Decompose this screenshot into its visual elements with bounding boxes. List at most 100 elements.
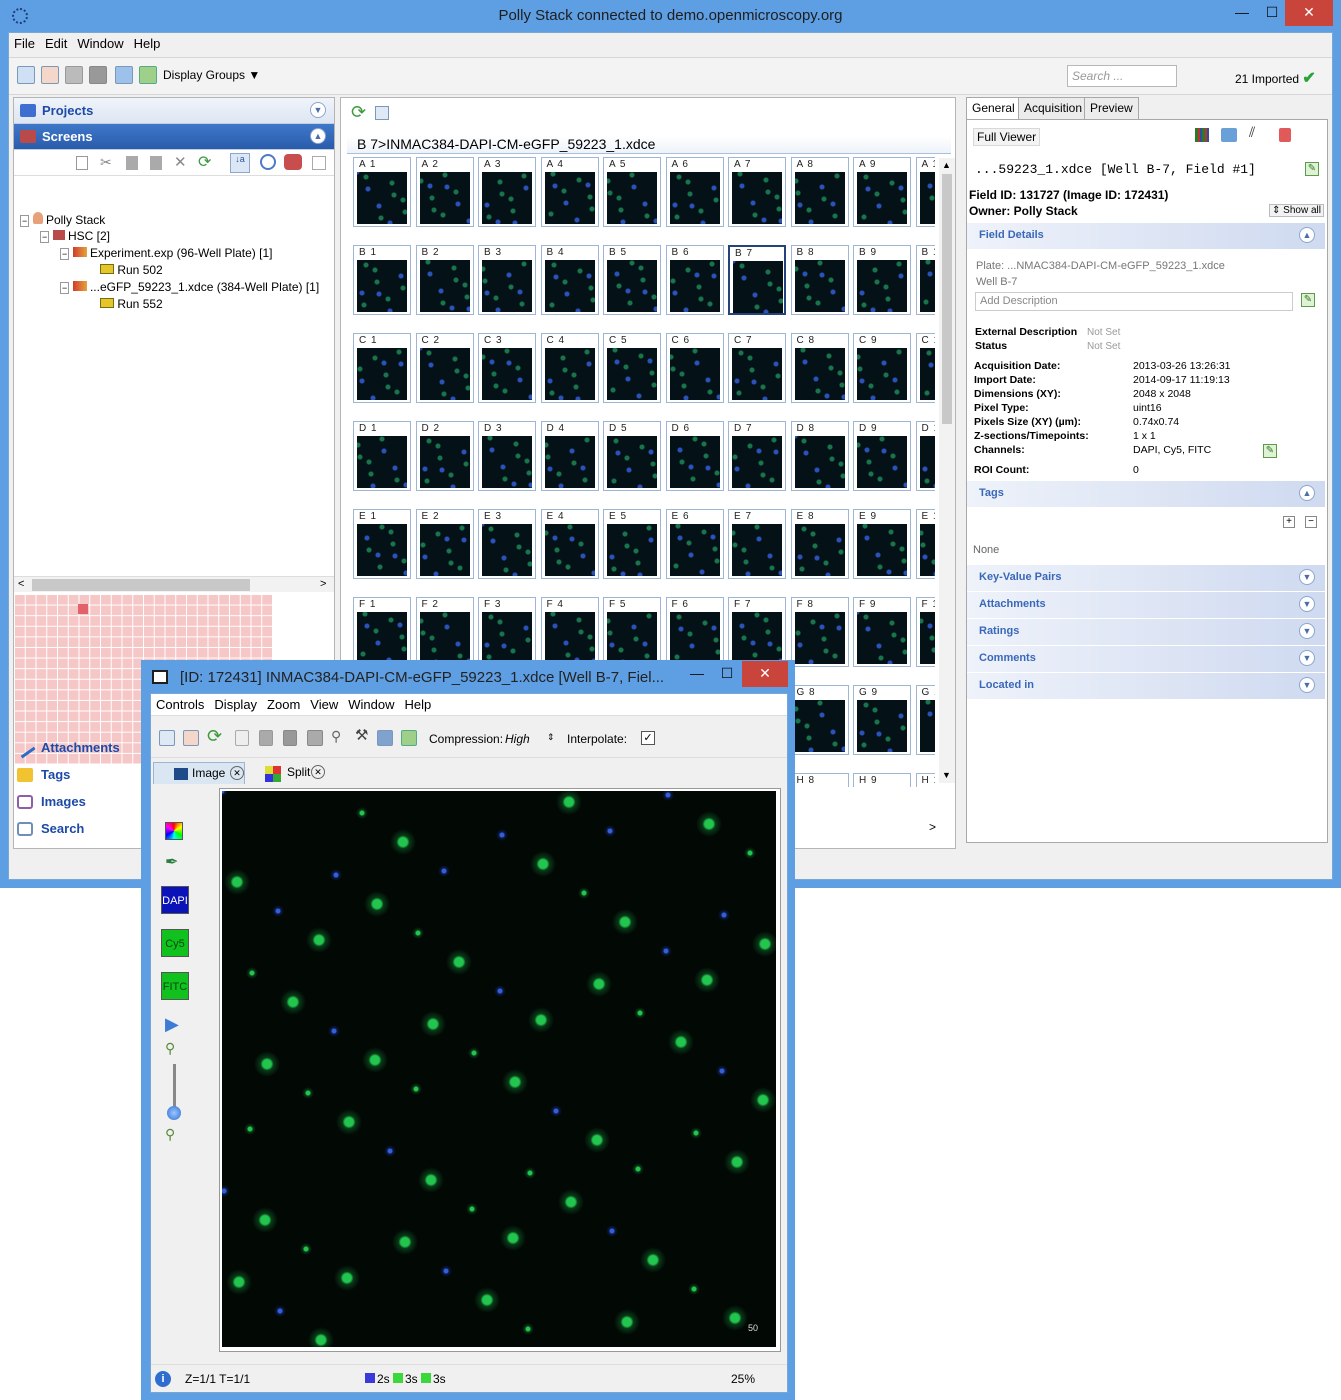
edit-icon[interactable] [41,66,59,84]
well-f4[interactable]: F 4 [540,597,599,667]
tab-general[interactable]: General [966,97,1021,119]
well-a2[interactable]: A 2 [415,157,474,227]
well-grid-vscrollbar[interactable]: ▲ ▼ [939,158,955,783]
well-e2[interactable]: E 2 [415,509,474,579]
chevron-down-icon[interactable]: ▼ [1299,623,1315,639]
refresh-icon[interactable]: ⟳ [198,152,211,172]
edit-channels-icon[interactable]: ✎ [1263,444,1277,458]
viewer-save-icon[interactable] [283,730,297,746]
info-icon[interactable]: i [155,1371,171,1387]
viewer-paste-icon[interactable] [259,730,273,746]
histogram-icon[interactable]: ⫽ [1249,124,1255,141]
panel-icon[interactable] [89,66,107,84]
show-all-button[interactable]: ⇕ Show all [1269,204,1324,217]
nav-search[interactable]: Search [13,816,141,843]
chevron-down-icon[interactable]: ▼ [1299,569,1315,585]
well-c4[interactable]: C 4 [540,333,599,403]
well-b6[interactable]: B 6 [665,245,724,315]
well-e10[interactable]: E 1 [915,509,935,579]
tab-acquisition[interactable]: Acquisition [1018,97,1089,119]
thumbnail-icon[interactable] [375,106,389,120]
well-e1[interactable]: E 1 [353,509,411,579]
chevron-down-icon[interactable]: ▼ [942,770,951,780]
well-d8[interactable]: D 8 [790,421,849,491]
viewer-snapshot-icon[interactable] [377,730,393,746]
close-tab-icon[interactable]: ✕ [230,766,244,780]
imported-status[interactable]: 21 Imported ✔ [1235,68,1316,88]
users-icon[interactable] [115,66,133,84]
refresh-icon[interactable]: ⟳ [351,102,366,123]
well-a10[interactable]: A 1 [915,157,935,227]
microscopy-image[interactable] [222,791,776,1347]
zoom-out-icon[interactable]: ⚲ [165,1126,175,1143]
well-g8[interactable]: G 8 [790,685,849,755]
close-button[interactable]: ✕ [1285,0,1333,26]
edit-description-icon[interactable]: ✎ [1301,293,1315,307]
well-f8[interactable]: F 8 [790,597,849,667]
chevron-right-icon[interactable]: > [929,820,936,834]
chevron-up-icon[interactable]: ▲ [1299,227,1315,243]
well-c3[interactable]: C 3 [478,333,536,403]
well-f10[interactable]: F 1 [915,597,935,667]
viewer-refresh-icon[interactable]: ⟳ [207,726,222,747]
projects-header[interactable]: Projects ▼ [14,98,334,124]
viewer-group-icon[interactable] [401,730,417,746]
chevron-up-icon[interactable]: ▲ [942,160,951,170]
well-c7[interactable]: C 7 [728,333,786,403]
well-f5[interactable]: F 5 [603,597,661,667]
close-tab-icon[interactable]: ✕ [311,765,325,779]
collapse-icon[interactable]: − [60,248,70,260]
well-h9[interactable]: H 9 [853,773,911,787]
key-value-pairs-header[interactable]: Key-Value Pairs ▼ [967,565,1325,591]
viewer-info-icon[interactable] [159,730,175,746]
well-d9[interactable]: D 9 [853,421,911,491]
publish-icon[interactable] [1279,128,1291,142]
chevron-down-icon[interactable]: ▼ [1299,650,1315,666]
comments-header[interactable]: Comments ▼ [967,646,1325,672]
nav-images[interactable]: Images [13,789,141,816]
viewer-menu-display[interactable]: Display [214,697,257,712]
well-d2[interactable]: D 2 [415,421,474,491]
located-in-header[interactable]: Located in ▼ [967,673,1325,699]
well-h8[interactable]: H 8 [790,773,849,787]
well-a4[interactable]: A 4 [540,157,599,227]
well-e9[interactable]: E 9 [853,509,911,579]
well-f9[interactable]: F 9 [853,597,911,667]
well-d10[interactable]: D 1 [915,421,935,491]
ratings-header[interactable]: Ratings ▼ [967,619,1325,645]
remove-tag-icon[interactable]: − [1305,516,1317,528]
nav-tags[interactable]: Tags [13,762,141,789]
tree-item-experiment[interactable]: − Experiment.exp (96-Well Plate) [1] [60,246,272,260]
well-f6[interactable]: F 6 [665,597,724,667]
group-icon[interactable] [139,66,157,84]
display-groups-button[interactable]: Display Groups ▼ [163,68,260,82]
tags-header[interactable]: Tags ▲ [967,481,1325,507]
collapse-icon[interactable]: − [20,215,30,227]
well-b4[interactable]: B 4 [540,245,599,315]
tree-item-egfp[interactable]: − ...eGFP_59223_1.xdce (384-Well Plate) … [60,280,319,294]
chevron-down-icon[interactable]: ▼ [310,102,326,118]
tab-image[interactable]: Image ✕ [153,762,245,784]
well-c8[interactable]: C 8 [790,333,849,403]
tree-hscrollbar[interactable]: < > [14,576,334,592]
edit-name-icon[interactable]: ✎ [1305,162,1319,176]
well-d3[interactable]: D 3 [478,421,536,491]
well-d7[interactable]: D 7 [728,421,786,491]
well-f3[interactable]: F 3 [478,597,536,667]
well-c5[interactable]: C 5 [603,333,661,403]
well-d4[interactable]: D 4 [540,421,599,491]
tab-preview[interactable]: Preview [1084,97,1139,119]
well-g10[interactable]: G 1 [915,685,935,755]
collapse-icon[interactable]: − [60,282,70,294]
well-a3[interactable]: A 3 [478,157,536,227]
eyedropper-icon[interactable]: ✒ [165,852,178,872]
well-d5[interactable]: D 5 [603,421,661,491]
well-f2[interactable]: F 2 [415,597,474,667]
field-details-header[interactable]: Field Details ▲ [967,223,1325,249]
viewer-menu-window[interactable]: Window [348,697,394,712]
viewer-menu-view[interactable]: View [310,697,338,712]
screens-header[interactable]: Screens ▲ [14,124,334,150]
cut-icon[interactable]: ✂ [100,154,112,171]
collapse-icon[interactable] [312,156,326,170]
well-b8[interactable]: B 8 [790,245,849,315]
